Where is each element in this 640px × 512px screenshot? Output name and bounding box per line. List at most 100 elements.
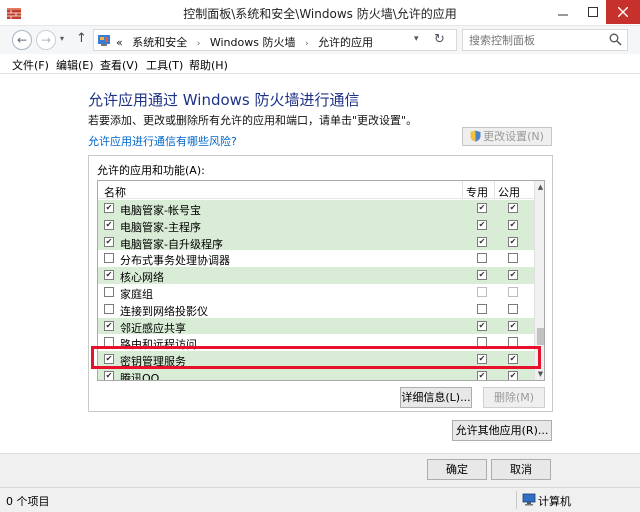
table-row[interactable]: ✔ 电脑管家-自升级程序 ✔ ✔ — [98, 233, 534, 251]
private-network-checkbox[interactable] — [477, 337, 487, 348]
menu-tools[interactable]: 工具(T) — [146, 57, 183, 73]
private-network-checkbox[interactable]: ✔ — [477, 320, 487, 331]
private-network-checkbox[interactable]: ✔ — [477, 270, 487, 281]
search-box[interactable] — [462, 29, 628, 51]
app-enabled-checkbox[interactable] — [104, 303, 114, 314]
private-network-checkbox[interactable]: ✔ — [477, 236, 487, 247]
menu-file[interactable]: 文件(F) — [12, 57, 49, 73]
private-network-checkbox[interactable] — [477, 286, 487, 297]
column-header-name[interactable]: 名称 — [104, 184, 126, 200]
remove-button[interactable]: 删除(M) — [483, 387, 545, 408]
breadcrumb-windows-firewall[interactable]: Windows 防火墙 — [210, 36, 296, 49]
app-name: 家庭组 — [120, 287, 153, 301]
address-dropdown-icon[interactable]: ▾ — [414, 34, 419, 44]
title-bar: 控制面板\系统和安全\Windows 防火墙\允许的应用 — [0, 0, 640, 26]
search-icon[interactable] — [609, 33, 622, 46]
private-network-checkbox[interactable]: ✔ — [477, 203, 487, 213]
app-name: 连接到网络投影仪 — [120, 304, 208, 318]
zone-computer: 计算机 — [538, 495, 571, 508]
app-enabled-checkbox[interactable]: ✔ — [104, 270, 114, 281]
public-network-checkbox[interactable]: ✔ — [508, 370, 518, 380]
status-divider — [516, 491, 517, 509]
private-network-checkbox[interactable] — [477, 253, 487, 264]
menu-edit[interactable]: 编辑(E) — [56, 57, 94, 73]
table-row[interactable]: 连接到网络投影仪 — [98, 301, 534, 318]
item-count: 0 个项目 — [6, 495, 50, 508]
breadcrumb-separator-icon[interactable]: › — [197, 39, 201, 49]
ok-button[interactable]: 确定 — [427, 459, 487, 480]
table-row[interactable]: ✔ 邻近感应共享 ✔ ✔ — [98, 317, 534, 335]
scroll-up-icon[interactable]: ▲ — [535, 183, 544, 191]
forward-arrow-icon[interactable]: → — [36, 30, 56, 50]
public-network-checkbox[interactable]: ✔ — [508, 236, 518, 247]
app-name: 电脑管家-帐号宝 — [120, 204, 201, 217]
public-network-checkbox[interactable] — [508, 303, 518, 314]
private-network-checkbox[interactable]: ✔ — [477, 219, 487, 230]
breadcrumb-separator-icon[interactable]: › — [305, 39, 309, 49]
up-arrow-icon[interactable]: ↑ — [76, 31, 87, 46]
public-network-checkbox[interactable]: ✔ — [508, 354, 518, 365]
table-row[interactable]: ✔ 电脑管家-帐号宝 ✔ ✔ — [98, 200, 534, 217]
private-network-checkbox[interactable]: ✔ — [477, 354, 487, 365]
public-network-checkbox[interactable]: ✔ — [508, 219, 518, 230]
column-header-public[interactable]: 公用 — [498, 184, 520, 200]
allowed-apps-list[interactable]: 名称 专用 公用 ✔ 电脑管家-帐号宝 ✔ ✔ ✔ 电脑管家-主程序 ✔ ✔ ✔ 电脑管家-自升级… — [97, 180, 545, 381]
app-enabled-checkbox[interactable] — [104, 253, 114, 264]
app-name: 腾讯QQ — [120, 371, 160, 381]
menu-help[interactable]: 帮助(H) — [189, 57, 228, 73]
menu-view[interactable]: 查看(V) — [100, 57, 138, 73]
scroll-thumb[interactable] — [537, 328, 544, 345]
table-row[interactable]: ✔ 腾讯QQ ✔ ✔ — [98, 367, 534, 381]
table-row[interactable]: ✔ 核心网络 ✔ ✔ — [98, 267, 534, 284]
app-enabled-checkbox[interactable]: ✔ — [104, 236, 114, 247]
public-network-checkbox[interactable] — [508, 253, 518, 264]
table-row[interactable]: 分布式事务处理协调器 — [98, 250, 534, 267]
table-row[interactable]: 路由和远程访问 — [98, 334, 534, 351]
app-enabled-checkbox[interactable]: ✔ — [104, 370, 114, 380]
public-network-checkbox[interactable]: ✔ — [508, 320, 518, 331]
app-enabled-checkbox[interactable]: ✔ — [104, 219, 114, 230]
app-name: 电脑管家-主程序 — [120, 220, 201, 234]
public-network-checkbox[interactable] — [508, 337, 518, 348]
scroll-down-icon[interactable]: ▼ — [535, 370, 544, 378]
menu-bar: 文件(F) 编辑(E) 查看(V) 工具(T) 帮助(H) — [0, 54, 640, 74]
search-input[interactable] — [469, 31, 609, 49]
app-name: 密钥管理服务 — [120, 355, 186, 369]
change-settings-button[interactable]: 更改设置(N) — [462, 127, 552, 146]
app-enabled-checkbox[interactable]: ✔ — [104, 320, 114, 331]
app-enabled-checkbox[interactable] — [104, 337, 114, 348]
app-enabled-checkbox[interactable]: ✔ — [104, 203, 114, 213]
uac-shield-icon — [470, 130, 481, 142]
public-network-checkbox[interactable]: ✔ — [508, 270, 518, 281]
recent-pages-chevron-icon[interactable]: ▾ — [60, 34, 64, 43]
column-header-private[interactable]: 专用 — [466, 184, 488, 200]
app-name: 路由和远程访问 — [120, 338, 197, 352]
change-settings-label: 更改设置(N) — [483, 130, 544, 143]
breadcrumb-overflow[interactable]: « — [116, 36, 123, 49]
allow-another-app-button[interactable]: 允许其他应用(R)... — [452, 420, 552, 441]
details-button[interactable]: 详细信息(L)... — [400, 387, 472, 408]
table-row[interactable]: ✔ 密钥管理服务 ✔ ✔ — [98, 351, 534, 368]
private-network-checkbox[interactable]: ✔ — [477, 370, 487, 380]
control-panel-icon — [98, 35, 110, 46]
breadcrumb-system-security[interactable]: 系统和安全 — [132, 36, 187, 49]
maximize-icon[interactable] — [578, 0, 608, 24]
address-bar[interactable]: « 系统和安全 › Windows 防火墙 › 允许的应用 ▾ ↻ — [93, 29, 457, 51]
status-bar: 0 个项目 计算机 — [0, 487, 640, 512]
refresh-icon[interactable]: ↻ — [434, 32, 445, 47]
vertical-scrollbar[interactable]: ▲ ▼ — [534, 181, 544, 380]
private-network-checkbox[interactable] — [477, 303, 487, 314]
app-enabled-checkbox[interactable]: ✔ — [104, 354, 114, 365]
public-network-checkbox[interactable]: ✔ — [508, 203, 518, 213]
table-row[interactable]: ✔ 电脑管家-主程序 ✔ ✔ — [98, 216, 534, 234]
back-arrow-icon[interactable]: ← — [12, 30, 32, 50]
table-row[interactable]: 家庭组 — [98, 284, 534, 301]
risk-info-link[interactable]: 允许应用进行通信有哪些风险? — [88, 133, 237, 149]
breadcrumb-allowed-apps[interactable]: 允许的应用 — [318, 36, 373, 49]
minimize-icon[interactable] — [548, 0, 578, 24]
public-network-checkbox[interactable] — [508, 286, 518, 297]
cancel-button[interactable]: 取消 — [491, 459, 551, 480]
close-icon[interactable] — [606, 0, 640, 24]
window-title: 控制面板\系统和安全\Windows 防火墙\允许的应用 — [183, 7, 457, 21]
app-enabled-checkbox[interactable] — [104, 286, 114, 297]
